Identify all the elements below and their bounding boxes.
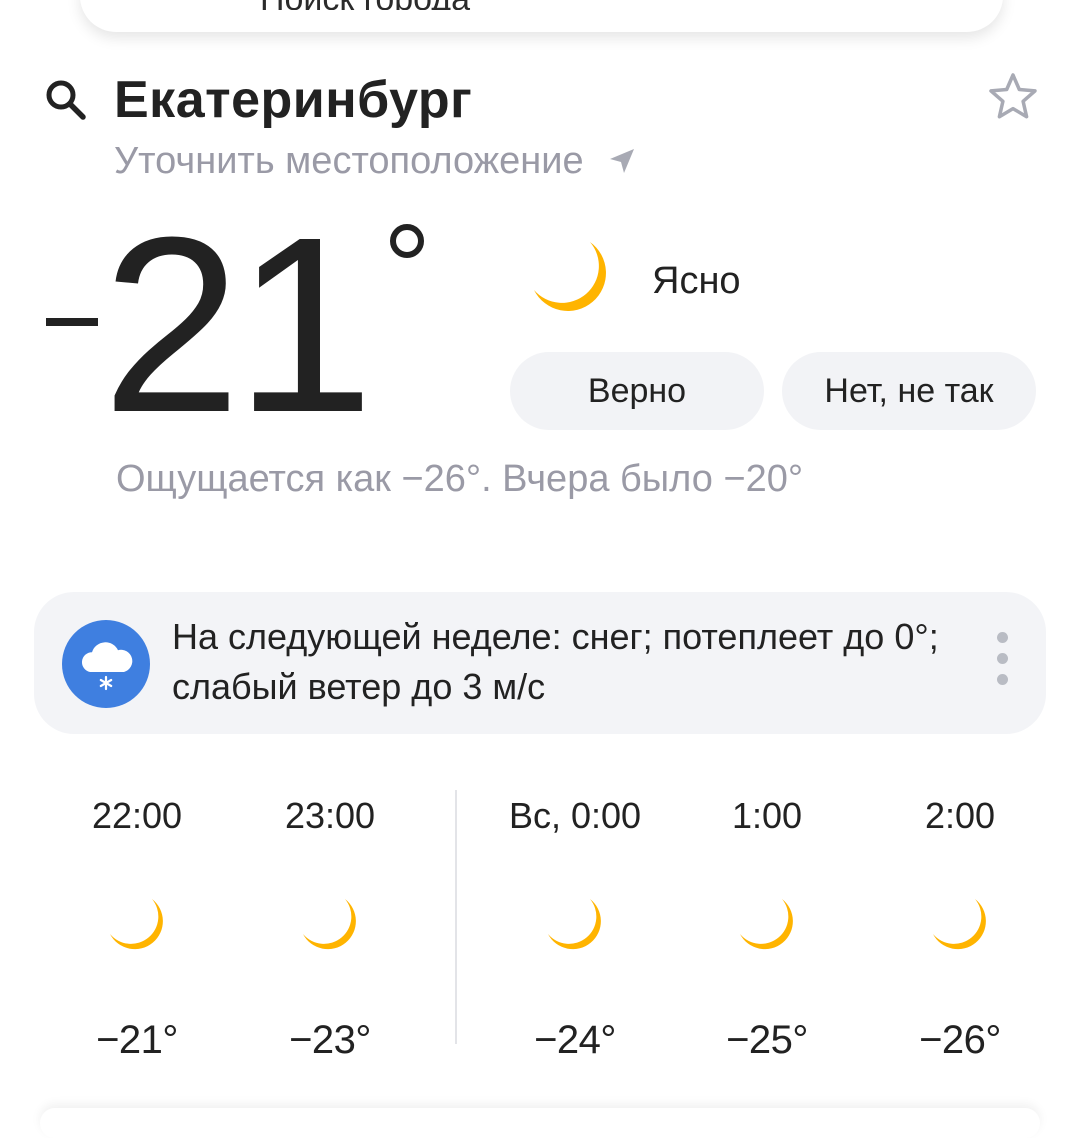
temperature-sign [46,318,98,326]
current-temperature: 21 [102,185,374,464]
feedback-correct-label: Верно [587,371,687,410]
hour-time: 23:00 [284,795,376,836]
hour-item: Вс, 0:00 −24° [485,780,665,1064]
hour-item: 1:00 −25° [677,780,857,1064]
moon-icon [303,899,356,950]
condition-text: Ясно [652,260,741,302]
hour-time: 1:00 [731,795,803,836]
snow-cloud-icon [62,620,150,708]
moon-icon [534,242,606,311]
search-icon[interactable] [42,76,90,124]
refine-location-link[interactable]: Уточнить местоположение [114,138,636,184]
hour-item: 22:00 −21° [47,780,227,1064]
hour-temperature: −26° [919,1018,1001,1062]
location-arrow-icon [610,149,635,173]
alert-text: На следующей неделе: снег; потеплеет до … [172,616,939,707]
moon-icon [740,899,793,950]
refine-location-label: Уточнить местоположение [114,140,584,182]
city-name[interactable]: Екатеринбург [114,68,472,132]
weekly-forecast-alert[interactable]: На следующей неделе: снег; потеплеет до … [34,592,1046,734]
day-divider [455,790,457,1044]
hour-temperature: −23° [289,1018,371,1062]
feedback-correct-button[interactable]: Верно [510,352,764,430]
hour-temperature: −25° [726,1018,808,1062]
favorite-star-icon[interactable] [986,70,1040,124]
hour-time: 22:00 [91,795,183,836]
feels-like-text: Ощущается как −26°. Вчера было −20° [116,458,804,500]
more-options-icon[interactable] [990,632,1014,692]
feedback-incorrect-button[interactable]: Нет, не так [782,352,1036,430]
hour-temperature: −24° [534,1018,616,1062]
feedback-incorrect-label: Нет, не так [824,371,994,410]
location-header: Екатеринбург [42,64,1042,134]
next-card-edge [40,1108,1040,1138]
moon-icon [933,899,986,950]
hour-temperature: −21° [96,1018,178,1062]
hour-item: 2:00 −26° [870,780,1050,1064]
hourly-forecast[interactable]: 22:00 −21° 23:00 −23° Вс, 0:00 −24° 1:00… [0,780,1077,1080]
moon-icon [110,899,163,950]
moon-icon [548,899,601,950]
search-card-text: Поиск города [260,0,560,10]
hour-time: Вс, 0:00 [508,795,642,836]
search-card[interactable]: Поиск города [80,0,1003,32]
hour-time: 2:00 [924,795,996,836]
degree-symbol [390,224,424,258]
hour-item: 23:00 −23° [240,780,420,1064]
